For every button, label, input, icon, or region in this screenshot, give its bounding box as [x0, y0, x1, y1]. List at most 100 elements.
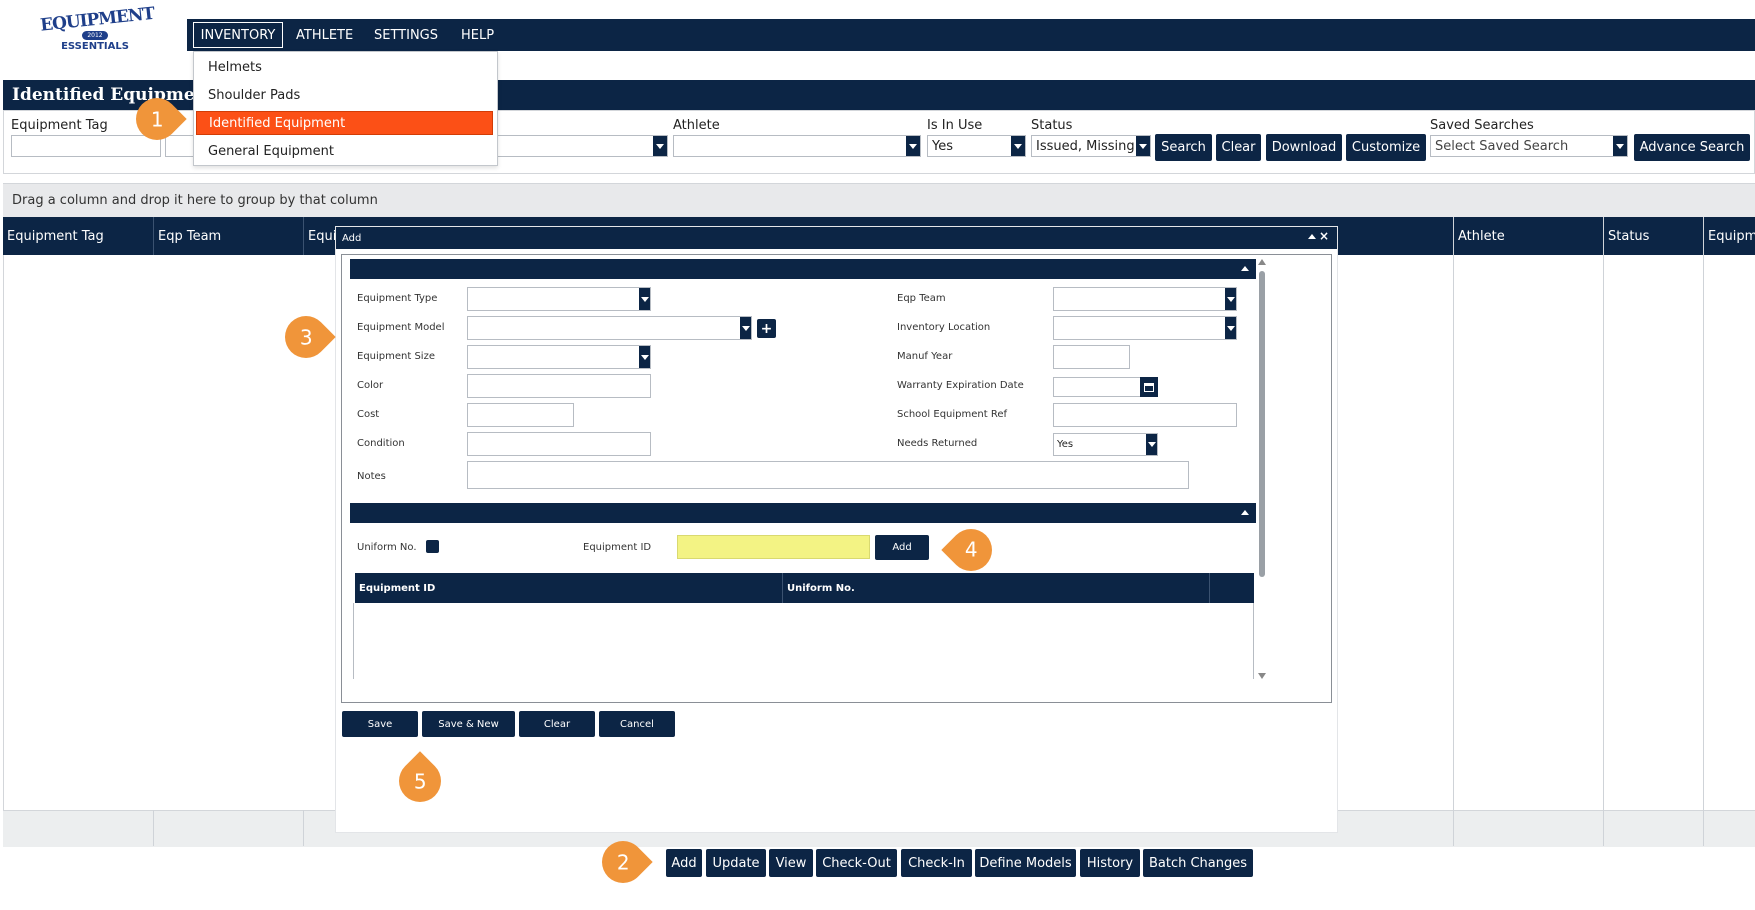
grid-col-divider	[1703, 217, 1704, 846]
school-equipment-ref-label: School Equipment Ref	[897, 409, 1008, 420]
modal-titlebar	[336, 227, 1337, 249]
check-out-button[interactable]: Check-Out	[816, 849, 897, 877]
chevron-down-icon	[653, 136, 667, 156]
equipment-size-select[interactable]	[467, 345, 651, 369]
eqp-team-select[interactable]	[1053, 287, 1237, 311]
nav-inventory[interactable]: INVENTORY	[193, 22, 283, 48]
sub-grid-body	[353, 603, 1254, 679]
logo-word2: ESSENTIALS	[61, 41, 129, 52]
condition-input[interactable]	[467, 432, 651, 456]
school-equipment-ref-input[interactable]	[1053, 403, 1237, 427]
saved-searches-label: Saved Searches	[1430, 118, 1534, 133]
group-hint: Drag a column and drop it here to group …	[12, 192, 378, 208]
saved-searches-select[interactable]: Select Saved Search	[1430, 135, 1628, 157]
notes-textarea[interactable]	[467, 461, 1189, 489]
nav-athlete[interactable]: ATHLETE	[296, 22, 353, 48]
menu-item-identified-equipment[interactable]: Identified Equipment	[196, 111, 493, 135]
cost-input[interactable]	[467, 403, 574, 427]
marker-number: 1	[150, 106, 164, 131]
nav-settings[interactable]: SETTINGS	[374, 22, 438, 48]
chevron-down-icon	[1225, 317, 1236, 339]
equipment-id-add-button[interactable]: Add	[875, 535, 929, 560]
chevron-down-icon	[906, 136, 920, 156]
marker-number: 4	[964, 538, 978, 563]
inventory-location-label: Inventory Location	[897, 322, 991, 333]
equipment-model-select[interactable]	[467, 316, 752, 340]
equipment-type-select[interactable]	[467, 287, 651, 311]
download-button[interactable]: Download	[1266, 134, 1342, 161]
grid-col-divider	[1453, 217, 1454, 846]
save-button[interactable]: Save	[342, 711, 418, 737]
clear-button[interactable]: Clear	[1216, 134, 1261, 161]
col-equipment-tag[interactable]: Equipment Tag	[3, 217, 153, 255]
condition-label: Condition	[357, 438, 405, 449]
menu-item-shoulder-pads[interactable]: Shoulder Pads	[196, 83, 493, 107]
manuf-year-input[interactable]	[1053, 345, 1130, 369]
define-models-button[interactable]: Define Models	[975, 849, 1076, 877]
chevron-down-icon	[1225, 288, 1236, 310]
warranty-expiration-label: Warranty Expiration Date	[897, 380, 1024, 391]
grid-col-divider	[153, 810, 154, 846]
section2-header	[350, 503, 1256, 523]
needs-returned-select[interactable]: Yes	[1053, 433, 1158, 456]
grid-col-divider	[303, 810, 304, 846]
view-button[interactable]: View	[769, 849, 813, 877]
athlete-label: Athlete	[673, 118, 720, 133]
warranty-expiration-input[interactable]	[1053, 377, 1141, 397]
inventory-menu: Helmets Shoulder Pads Identified Equipme…	[193, 51, 498, 166]
collapse-up-icon[interactable]	[1241, 510, 1249, 515]
history-button[interactable]: History	[1080, 849, 1140, 877]
sub-col-uniform-no[interactable]: Uniform No.	[782, 573, 1209, 603]
athlete-select[interactable]	[673, 135, 921, 157]
cancel-button[interactable]: Cancel	[599, 711, 675, 737]
search-button[interactable]: Search	[1155, 134, 1212, 161]
col-eqp-team[interactable]: Eqp Team	[153, 217, 303, 255]
menu-item-general-equipment[interactable]: General Equipment	[196, 139, 493, 163]
uniform-no-checkbox[interactable]	[426, 540, 439, 553]
modal-scrollbar[interactable]	[1258, 259, 1266, 679]
add-button[interactable]: Add	[666, 849, 702, 877]
chevron-down-icon	[1011, 136, 1025, 156]
col-athlete[interactable]: Athlete	[1453, 217, 1603, 255]
add-model-plus-icon[interactable]: +	[757, 319, 776, 338]
collapse-up-icon[interactable]	[1241, 266, 1249, 271]
is-in-use-select[interactable]: Yes	[927, 135, 1026, 157]
check-in-button[interactable]: Check-In	[901, 849, 972, 877]
scroll-up-icon[interactable]	[1258, 259, 1266, 265]
calendar-icon[interactable]	[1140, 377, 1158, 397]
modal-title: Add	[342, 232, 362, 244]
col-status[interactable]: Status	[1603, 217, 1703, 255]
menu-item-helmets[interactable]: Helmets	[196, 55, 493, 79]
col-equipm[interactable]: Equipm	[1703, 217, 1755, 255]
collapse-up-icon[interactable]	[1308, 234, 1316, 239]
equipment-tag-input[interactable]	[11, 135, 161, 157]
is-in-use-value: Yes	[932, 138, 953, 154]
nav-help[interactable]: HELP	[461, 22, 494, 48]
chevron-down-icon	[1136, 136, 1150, 156]
scroll-thumb[interactable]	[1259, 271, 1265, 577]
sub-grid-col-divider	[1209, 573, 1210, 603]
needs-returned-value: Yes	[1057, 439, 1074, 450]
update-button[interactable]: Update	[706, 849, 766, 877]
color-input[interactable]	[467, 374, 651, 398]
advance-search-button[interactable]: Advance Search	[1634, 134, 1750, 161]
needs-returned-label: Needs Returned	[897, 438, 978, 449]
batch-changes-button[interactable]: Batch Changes	[1143, 849, 1253, 877]
chevron-down-icon	[740, 317, 751, 339]
scroll-down-icon[interactable]	[1258, 673, 1266, 679]
close-icon[interactable]: ×	[1319, 229, 1329, 243]
equipment-id-input[interactable]	[677, 535, 870, 559]
chevron-down-icon	[639, 346, 650, 368]
eqp-team-filter-input[interactable]	[165, 135, 195, 157]
sub-col-equipment-id[interactable]: Equipment ID	[355, 573, 782, 603]
equipment-model-filter-select[interactable]	[495, 135, 668, 157]
status-select[interactable]: Issued, Missing	[1031, 135, 1151, 157]
col-equipment[interactable]: Equi	[303, 217, 339, 255]
equipment-id-label: Equipment ID	[583, 542, 652, 553]
customize-button[interactable]: Customize	[1346, 134, 1426, 161]
inventory-location-select[interactable]	[1053, 316, 1237, 340]
chevron-down-icon	[1146, 434, 1157, 455]
modal-clear-button[interactable]: Clear	[519, 711, 595, 737]
logo: EQUIPMENT 2012 ESSENTIALS	[39, 4, 155, 58]
save-and-new-button[interactable]: Save & New	[422, 711, 515, 737]
